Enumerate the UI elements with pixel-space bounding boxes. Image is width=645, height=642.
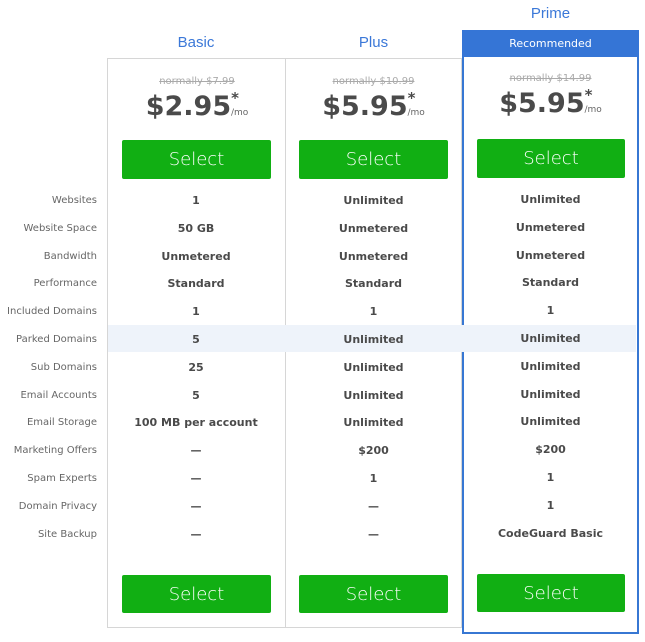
original-price: normally $10.99: [332, 76, 415, 87]
feature-value-plus: Unmetered: [338, 250, 409, 263]
feature-label: Sub Domains: [30, 362, 97, 373]
feature-value-plus: $200: [358, 444, 389, 457]
price-asterisk: *: [407, 89, 416, 107]
feature-label: Marketing Offers: [13, 445, 97, 456]
feature-value-plus: Unlimited: [343, 361, 404, 374]
select-button-basic-bottom[interactable]: Select: [122, 575, 271, 613]
select-button-plus-top[interactable]: Select: [299, 140, 448, 179]
feature-value-prime: Unmetered: [515, 221, 586, 234]
feature-value-basic: 1: [192, 194, 200, 207]
feature-label: Website Space: [23, 223, 97, 234]
feature-value-plus: Unlimited: [343, 333, 404, 346]
feature-value-plus: 1: [369, 472, 378, 485]
price-amount: $5.95: [322, 91, 408, 122]
feature-label: Spam Experts: [27, 473, 97, 484]
feature-label: Email Storage: [26, 417, 97, 428]
original-price: normally $14.99: [509, 73, 592, 84]
feature-value-basic: 5: [192, 389, 200, 402]
feature-label: Email Accounts: [20, 390, 97, 401]
feature-value-basic: —: [190, 472, 202, 485]
feature-value-basic: 100 MB per account: [134, 416, 258, 429]
feature-value-plus: Unlimited: [343, 416, 404, 429]
feature-value-prime: Standard: [521, 276, 580, 289]
feature-value-plus: —: [368, 500, 379, 513]
feature-value-plus: —: [368, 528, 379, 541]
original-price: normally $7.99: [159, 76, 235, 87]
feature-value-prime: CodeGuard Basic: [497, 527, 604, 540]
feature-value-prime: Unmetered: [515, 249, 586, 262]
price-period: /mo: [584, 105, 602, 115]
plan-name-basic: Basic: [177, 34, 215, 51]
price-amount: $2.95: [145, 91, 232, 122]
feature-value-basic: 50 GB: [177, 222, 215, 235]
recommended-badge: Recommended: [462, 30, 639, 57]
feature-value-prime: Unlimited: [520, 388, 581, 401]
price-asterisk: *: [584, 86, 593, 104]
feature-value-basic: Unmetered: [161, 250, 231, 263]
feature-label: Parked Domains: [16, 334, 97, 345]
price-amount: $5.95: [499, 88, 585, 119]
feature-label: Site Backup: [37, 529, 97, 540]
feature-value-plus: Unlimited: [343, 389, 404, 402]
feature-value-prime: $200: [535, 443, 566, 456]
feature-value-prime: 1: [546, 471, 555, 484]
feature-value-plus: Standard: [344, 277, 403, 290]
plan-price: $5.95*/mo: [464, 86, 637, 119]
feature-value-plus: Unlimited: [343, 194, 404, 207]
feature-value-basic: Standard: [167, 277, 225, 290]
feature-value-prime: Unlimited: [520, 360, 581, 373]
feature-value-prime: 1: [546, 499, 555, 512]
feature-label: Included Domains: [7, 306, 97, 317]
feature-value-basic: 5: [192, 333, 200, 346]
price-period: /mo: [407, 108, 425, 118]
feature-value-basic: —: [190, 444, 202, 457]
feature-value-plus: 1: [369, 305, 378, 318]
feature-value-prime: Unlimited: [520, 415, 581, 428]
feature-label: Websites: [51, 195, 97, 206]
feature-label: Bandwidth: [43, 251, 97, 262]
select-button-prime-top[interactable]: Select: [477, 139, 625, 178]
feature-label: Performance: [33, 278, 97, 289]
plan-name-plus: Plus: [358, 34, 389, 51]
plan-price: $2.95*/mo: [108, 89, 286, 122]
feature-value-prime: Unlimited: [520, 193, 581, 206]
feature-value-basic: —: [190, 528, 202, 541]
feature-value-plus: Unmetered: [338, 222, 409, 235]
feature-label: Domain Privacy: [18, 501, 97, 512]
select-button-plus-bottom[interactable]: Select: [299, 575, 448, 613]
feature-value-basic: 25: [188, 361, 204, 374]
feature-value-prime: Unlimited: [520, 332, 581, 345]
price-asterisk: *: [231, 89, 239, 107]
plan-price: $5.95*/mo: [286, 89, 461, 122]
feature-value-basic: —: [190, 500, 202, 513]
price-period: /mo: [230, 108, 249, 118]
select-button-basic-top[interactable]: Select: [122, 140, 271, 179]
feature-value-prime: 1: [546, 304, 555, 317]
select-button-prime-bottom[interactable]: Select: [477, 574, 625, 612]
plan-name-prime: Prime: [530, 5, 571, 22]
feature-value-basic: 1: [192, 305, 200, 318]
